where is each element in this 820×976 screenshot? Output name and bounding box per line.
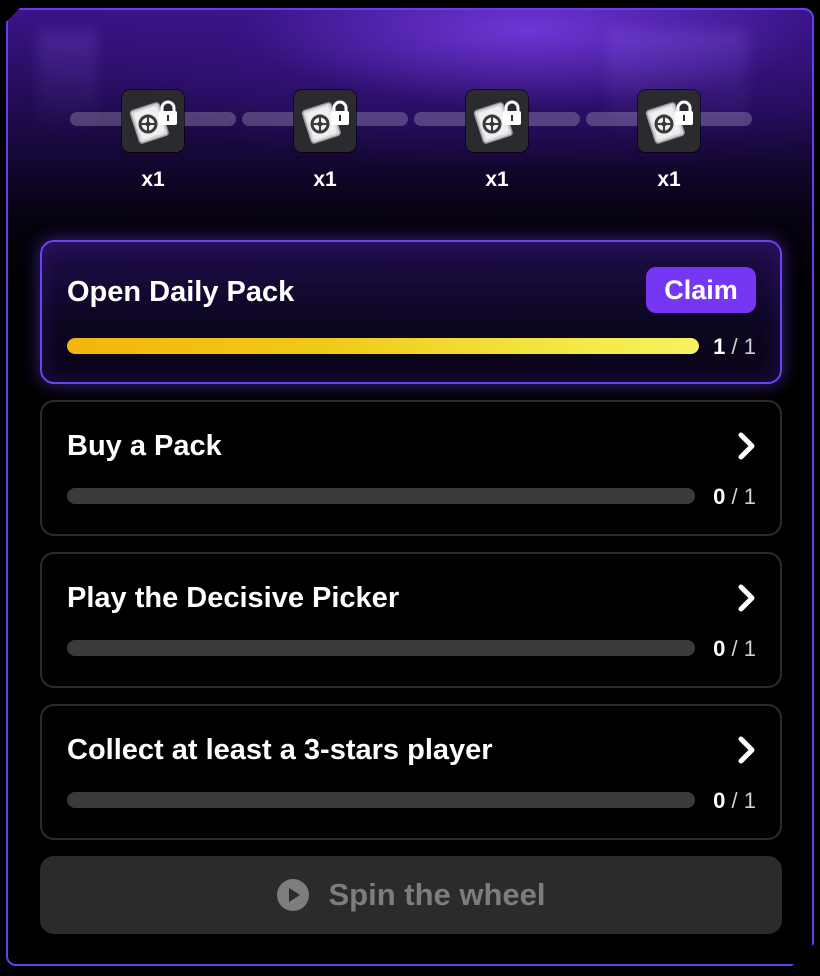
locked-pack-icon (638, 90, 700, 152)
reward-quantity: x1 (313, 168, 337, 191)
reward-quantity: x1 (141, 168, 165, 191)
task-progress-count: 1 / 1 (713, 334, 756, 360)
task-card-decisive-picker[interactable]: Play the Decisive Picker 0 / 1 (40, 552, 782, 688)
task-progress-fill (67, 338, 699, 354)
reward-track: x1 x1 x1 x1 (8, 10, 812, 210)
spin-button-label: Spin the wheel (328, 877, 546, 912)
progress-current: 0 (713, 788, 726, 813)
progress-total: / 1 (731, 636, 756, 661)
task-progress-bar (67, 338, 699, 354)
locked-pack-icon (466, 90, 528, 152)
task-card-buy-a-pack[interactable]: Buy a Pack 0 / 1 (40, 400, 782, 536)
task-progress-bar (67, 640, 695, 656)
task-progress-bar (67, 488, 695, 504)
spin-the-wheel-button[interactable]: Spin the wheel (40, 856, 782, 934)
claim-button[interactable]: Claim (646, 267, 756, 313)
task-progress-count: 0 / 1 (713, 788, 756, 814)
task-progress-count: 0 / 1 (713, 636, 756, 662)
reward-quantity: x1 (657, 168, 681, 191)
task-title: Open Daily Pack (67, 276, 295, 308)
task-title: Collect at least a 3-stars player (67, 734, 493, 766)
chevron-right-icon[interactable] (736, 584, 758, 612)
task-card-open-daily-pack: Open Daily Pack Claim 1 / 1 (40, 240, 782, 384)
chevron-right-icon[interactable] (736, 736, 758, 764)
task-card-collect-3-stars[interactable]: Collect at least a 3-stars player 0 / 1 (40, 704, 782, 840)
reward-milestone-1[interactable]: x1 (121, 90, 185, 192)
reward-quantity: x1 (485, 168, 509, 191)
progress-current: 1 (713, 334, 726, 359)
task-progress-bar (67, 792, 695, 808)
reward-milestone-4[interactable]: x1 (637, 90, 701, 192)
progress-total: / 1 (731, 484, 756, 509)
chevron-right-icon[interactable] (736, 432, 758, 460)
locked-pack-icon (122, 90, 184, 152)
locked-pack-icon (294, 90, 356, 152)
reward-milestone-2[interactable]: x1 (293, 90, 357, 192)
daily-tasks-panel: x1 x1 x1 x1 Open Daily Pack Claim 1 / 1 … (6, 8, 814, 966)
reward-milestone-3[interactable]: x1 (465, 90, 529, 192)
task-progress-count: 0 / 1 (713, 484, 756, 510)
progress-total: / 1 (731, 334, 756, 359)
task-title: Play the Decisive Picker (67, 582, 400, 614)
task-title: Buy a Pack (67, 430, 222, 462)
progress-current: 0 (713, 636, 726, 661)
progress-total: / 1 (731, 788, 756, 813)
play-circle-icon (276, 878, 310, 912)
progress-current: 0 (713, 484, 726, 509)
